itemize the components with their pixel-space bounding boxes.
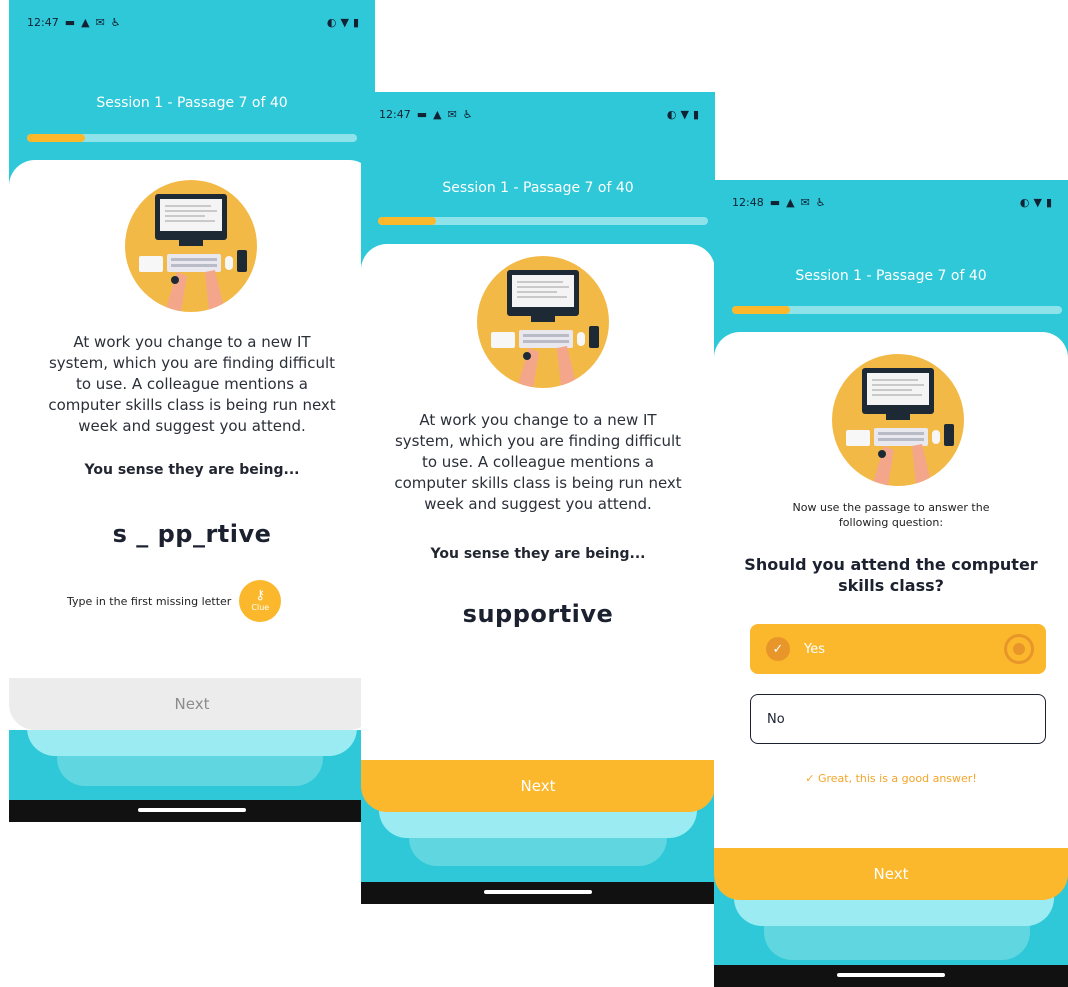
completed-word: supportive — [462, 600, 614, 628]
question-line: skills class? — [838, 576, 944, 595]
answer-feedback: ✓ Great, this is a good answer! — [805, 772, 977, 785]
status-time: 12:47 — [27, 15, 59, 29]
mail-icon: ✉ — [95, 15, 105, 29]
hint-row: Type in the first missing letter ⚷ Clue — [67, 580, 282, 622]
vibrate-icon: ◐ — [1019, 195, 1030, 209]
progress-fill — [732, 306, 790, 314]
computer-desk-illustration — [125, 180, 257, 312]
video-icon: ▬ — [769, 195, 781, 209]
vibrate-icon: ◐ — [326, 15, 337, 29]
passage-line: to use. A colleague mentions a — [421, 453, 654, 471]
wifi-icon: ▼ — [1033, 195, 1042, 209]
progress-bar — [732, 306, 1062, 314]
battery-icon: ▮ — [352, 15, 359, 29]
home-indicator[interactable] — [138, 808, 246, 812]
progress-fill — [378, 217, 436, 225]
mail-icon: ✉ — [800, 195, 810, 209]
clue-button[interactable]: ⚷ Clue — [239, 580, 282, 622]
session-title: Session 1 - Passage 7 of 40 — [96, 95, 288, 111]
navigation-bar — [9, 800, 375, 822]
passage-line: week and suggest you attend. — [78, 417, 306, 435]
passage-line: At work you change to a new IT — [73, 333, 311, 351]
answer-option-yes[interactable]: ✓ Yes — [750, 624, 1046, 674]
next-button[interactable]: Next — [361, 760, 715, 812]
accessibility-icon: ♿ — [462, 107, 473, 121]
question-text: Should you attend the computer skills cl… — [714, 554, 1068, 596]
passage-line: to use. A colleague mentions a — [75, 375, 308, 393]
computer-desk-illustration — [477, 256, 609, 388]
next-button[interactable]: Next — [9, 678, 375, 730]
session-title: Session 1 - Passage 7 of 40 — [442, 180, 634, 196]
passage-line: system, which you are finding difficult — [48, 354, 336, 372]
progress-fill — [27, 134, 85, 142]
clue-label: Clue — [251, 603, 270, 612]
video-icon: ▬ — [416, 107, 428, 121]
computer-desk-illustration — [832, 354, 964, 486]
status-bar: 12:47 ▬ ▲ ✉ ♿ ◐ ▼ ▮ — [361, 92, 715, 136]
status-bar: 12:48 ▬ ▲ ✉ ♿ ◐ ▼ ▮ — [714, 180, 1068, 224]
video-icon: ▬ — [64, 15, 76, 29]
key-icon: ⚷ — [255, 588, 266, 603]
question-intro: Now use the passage to answer the follow… — [714, 500, 1068, 530]
screen-letter-entry: 12:47 ▬ ▲ ✉ ♿ ◐ ▼ ▮ Session 1 - Passage … — [9, 0, 375, 822]
alert-icon: ▲ — [81, 15, 90, 29]
screen-question: 12:48 ▬ ▲ ✉ ♿ ◐ ▼ ▮ Session 1 - Passage … — [714, 180, 1068, 987]
radio-selected-icon — [1004, 634, 1034, 664]
passage-line: computer skills class is being run next — [394, 474, 682, 492]
alert-icon: ▲ — [786, 195, 795, 209]
question-card: Now use the passage to answer the follow… — [714, 332, 1068, 852]
accessibility-icon: ♿ — [110, 15, 121, 29]
passage-card: At work you change to a new IT system, w… — [9, 160, 375, 730]
check-icon: ✓ — [766, 637, 790, 661]
progress-bar — [378, 217, 708, 225]
next-button[interactable]: Next — [714, 848, 1068, 900]
passage-line: computer skills class is being run next — [48, 396, 336, 414]
answer-option-no[interactable]: No — [750, 694, 1046, 744]
option-label: No — [767, 711, 785, 727]
status-time: 12:47 — [379, 107, 411, 121]
passage-line: system, which you are finding difficult — [394, 432, 682, 450]
passage-text: At work you change to a new IT system, w… — [369, 410, 707, 515]
accessibility-icon: ♿ — [815, 195, 826, 209]
mail-icon: ✉ — [447, 107, 457, 121]
battery-icon: ▮ — [692, 107, 699, 121]
battery-icon: ▮ — [1045, 195, 1052, 209]
home-indicator[interactable] — [484, 890, 592, 894]
passage-line: At work you change to a new IT — [419, 411, 657, 429]
wifi-icon: ▼ — [340, 15, 349, 29]
navigation-bar — [361, 882, 715, 904]
alert-icon: ▲ — [433, 107, 442, 121]
status-bar: 12:47 ▬ ▲ ✉ ♿ ◐ ▼ ▮ — [9, 0, 375, 44]
session-title: Session 1 - Passage 7 of 40 — [795, 268, 987, 284]
status-time: 12:48 — [732, 195, 764, 209]
hint-text: Type in the first missing letter — [67, 594, 232, 608]
passage-prompt: You sense they are being... — [84, 462, 300, 478]
passage-text: At work you change to a new IT system, w… — [23, 332, 361, 437]
screen-word-revealed: 12:47 ▬ ▲ ✉ ♿ ◐ ▼ ▮ Session 1 - Passage … — [361, 92, 715, 904]
option-label: Yes — [804, 641, 825, 657]
intro-line: following question: — [838, 516, 944, 529]
passage-prompt: You sense they are being... — [430, 546, 646, 562]
wifi-icon: ▼ — [680, 107, 689, 121]
passage-line: week and suggest you attend. — [424, 495, 652, 513]
question-line: Should you attend the computer — [744, 555, 1038, 574]
vibrate-icon: ◐ — [666, 107, 677, 121]
passage-card: At work you change to a new IT system, w… — [361, 244, 715, 764]
intro-line: Now use the passage to answer the — [792, 501, 990, 514]
progress-bar — [27, 134, 357, 142]
home-indicator[interactable] — [837, 973, 945, 977]
navigation-bar — [714, 965, 1068, 987]
word-fragment: s _ pp_rtive — [112, 520, 272, 548]
